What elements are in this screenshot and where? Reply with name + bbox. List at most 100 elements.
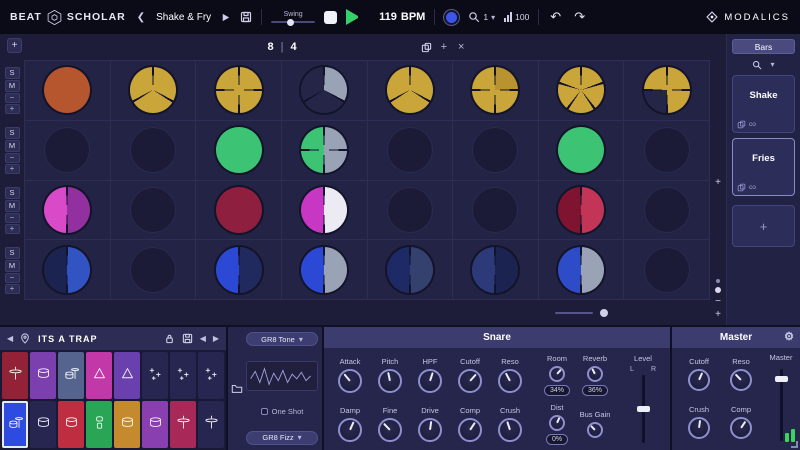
beat-cell[interactable] xyxy=(111,121,197,181)
level-fader-handle[interactable] xyxy=(637,406,650,412)
knob[interactable] xyxy=(688,417,710,439)
mute-button[interactable]: M xyxy=(5,260,20,272)
beat-pie[interactable] xyxy=(301,127,347,173)
beat-pie[interactable] xyxy=(130,67,176,113)
knob[interactable] xyxy=(587,422,603,438)
knob[interactable] xyxy=(338,418,362,442)
beat-cell[interactable] xyxy=(368,181,454,241)
beat-pie[interactable] xyxy=(558,127,604,173)
knob[interactable] xyxy=(730,369,752,391)
swing-slider[interactable] xyxy=(271,21,315,23)
checkbox-icon[interactable] xyxy=(261,408,268,415)
bpm-display[interactable]: 119 BPM xyxy=(379,11,425,23)
remove-subdivision-button[interactable]: − xyxy=(5,93,20,103)
beat-pie[interactable] xyxy=(44,67,90,113)
swing-slider-thumb[interactable] xyxy=(287,19,294,26)
horizontal-zoom-bar[interactable] xyxy=(0,300,710,325)
time-sig-numerator[interactable]: 8 xyxy=(268,41,274,53)
drum-pad[interactable] xyxy=(86,401,112,448)
beat-cell[interactable] xyxy=(111,181,197,241)
add-bar-card[interactable]: + xyxy=(732,205,795,247)
zoom-out-button[interactable]: − xyxy=(712,295,725,308)
drum-pad[interactable] xyxy=(142,352,168,399)
time-sig-denominator[interactable]: 4 xyxy=(290,41,296,53)
preset-name[interactable]: Shake & Fry xyxy=(156,12,211,23)
copy-icon[interactable] xyxy=(737,120,746,129)
waveform-display[interactable] xyxy=(246,361,318,391)
beat-cell[interactable] xyxy=(624,240,710,300)
beat-cell[interactable] xyxy=(196,240,282,300)
collapse-icon[interactable]: ◀ xyxy=(6,334,14,343)
beat-pie[interactable] xyxy=(301,67,347,113)
beat-pie-empty[interactable] xyxy=(472,127,518,173)
bar-card-shake[interactable]: Shakeco xyxy=(732,75,795,133)
redo-button[interactable]: ↷ xyxy=(572,9,587,25)
knob[interactable] xyxy=(378,418,402,442)
global-swing-knob[interactable] xyxy=(444,10,459,25)
drum-pad[interactable] xyxy=(142,401,168,448)
save-kit-icon[interactable] xyxy=(181,333,194,344)
one-shot-toggle[interactable]: One Shot xyxy=(261,407,304,416)
v-zoom-handle[interactable] xyxy=(715,277,721,295)
beat-cell[interactable] xyxy=(196,181,282,241)
beat-cell[interactable] xyxy=(25,121,111,181)
save-preset-icon[interactable] xyxy=(240,11,252,23)
beat-cell[interactable] xyxy=(25,61,111,121)
beat-cell[interactable] xyxy=(196,61,282,121)
kit-name[interactable]: ITS A TRAP xyxy=(38,334,158,344)
beat-cell[interactable] xyxy=(368,61,454,121)
beat-pie[interactable] xyxy=(472,67,518,113)
beat-cell[interactable] xyxy=(453,61,539,121)
beat-cell[interactable] xyxy=(453,181,539,241)
bars-button[interactable]: Bars xyxy=(732,39,795,54)
zoom-control[interactable]: 1 ▾ xyxy=(468,11,495,23)
beat-pie[interactable] xyxy=(387,67,433,113)
beat-cell[interactable] xyxy=(539,240,625,300)
lock-icon[interactable] xyxy=(163,333,176,344)
drum-pad[interactable] xyxy=(198,352,224,399)
preset-back-button[interactable]: ❮ xyxy=(135,10,147,25)
beat-cell[interactable] xyxy=(111,240,197,300)
drum-pad[interactable] xyxy=(58,352,84,399)
knob[interactable] xyxy=(587,366,603,382)
beat-pie[interactable] xyxy=(558,247,604,293)
knob[interactable] xyxy=(688,369,710,391)
beat-pie-empty[interactable] xyxy=(130,187,176,233)
beat-cell[interactable] xyxy=(368,121,454,181)
drum-pad[interactable] xyxy=(170,401,196,448)
beat-cell[interactable] xyxy=(282,121,368,181)
undo-button[interactable]: ↶ xyxy=(548,9,563,25)
add-bar-side-button[interactable]: + xyxy=(712,176,725,189)
knob[interactable] xyxy=(418,418,442,442)
solo-button[interactable]: S xyxy=(5,247,20,259)
beat-cell[interactable] xyxy=(624,121,710,181)
master-fader-handle[interactable] xyxy=(775,376,788,382)
knob[interactable] xyxy=(458,418,482,442)
beat-pie[interactable] xyxy=(558,67,604,113)
drum-pad[interactable] xyxy=(2,401,28,448)
beat-pie[interactable] xyxy=(216,187,262,233)
knob[interactable] xyxy=(338,369,362,393)
knob[interactable] xyxy=(549,366,565,382)
add-row-button[interactable]: + xyxy=(7,38,22,53)
stop-button[interactable] xyxy=(324,11,337,24)
remove-subdivision-button[interactable]: − xyxy=(5,213,20,223)
beat-pie[interactable] xyxy=(301,187,347,233)
add-subdivision-button[interactable]: + xyxy=(5,224,20,234)
mute-button[interactable]: M xyxy=(5,80,20,92)
swing-control[interactable]: Swing xyxy=(271,11,315,23)
beat-cell[interactable] xyxy=(624,61,710,121)
add-subdivision-button[interactable]: + xyxy=(5,104,20,114)
beat-pie[interactable] xyxy=(216,127,262,173)
beat-cell[interactable] xyxy=(453,121,539,181)
remove-subdivision-button[interactable]: − xyxy=(5,153,20,163)
drum-pad[interactable] xyxy=(2,352,28,399)
bars-filter-row[interactable]: ▾ xyxy=(732,58,795,71)
beat-cell[interactable] xyxy=(539,61,625,121)
h-zoom-handle[interactable] xyxy=(600,309,608,317)
beat-pie-empty[interactable] xyxy=(644,247,690,293)
beat-cell[interactable] xyxy=(25,240,111,300)
mute-button[interactable]: M xyxy=(5,200,20,212)
bar-card-fries[interactable]: Friesco xyxy=(732,138,795,196)
beat-pie-empty[interactable] xyxy=(130,127,176,173)
